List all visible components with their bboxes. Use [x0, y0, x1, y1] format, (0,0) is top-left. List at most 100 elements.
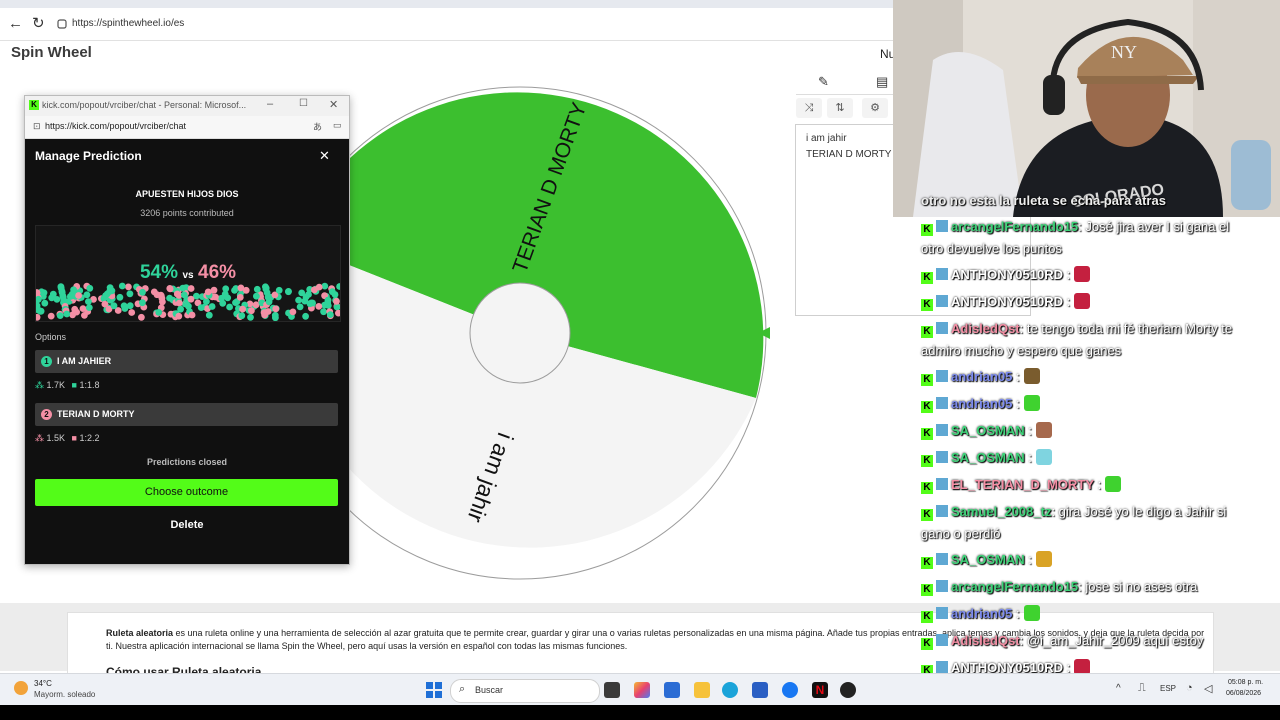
- kick-badge-icon: K: [921, 326, 933, 338]
- weather-sun-icon[interactable]: [14, 681, 28, 695]
- ny-logo: NY: [1111, 42, 1137, 62]
- task-view-icon[interactable]: [604, 682, 620, 698]
- clock-date[interactable]: 06/08/2026: [1226, 690, 1261, 697]
- prediction-dot: [326, 311, 334, 318]
- chat-username[interactable]: AdisledQst: [951, 321, 1020, 336]
- sort-icon[interactable]: ⇅: [827, 98, 853, 118]
- prediction-dot: [128, 309, 136, 316]
- settings-gear-icon[interactable]: ⚙: [862, 98, 888, 118]
- choose-outcome-button[interactable]: Choose outcome: [35, 479, 338, 506]
- prediction-dot: [139, 299, 146, 307]
- site-info-icon[interactable]: [57, 19, 67, 29]
- description-bold: Ruleta aleatoria: [106, 628, 174, 638]
- chat-text: : José jira aver I si gana el: [1078, 219, 1230, 234]
- weather-temp[interactable]: 34°C: [34, 679, 52, 688]
- chat-username[interactable]: arcangelFernando15: [951, 579, 1078, 594]
- prediction-dot: [126, 290, 134, 298]
- volume-icon[interactable]: ◁: [1204, 682, 1212, 695]
- clock-time[interactable]: 05:08 p. m.: [1228, 679, 1263, 686]
- microphone-icon[interactable]: ⎍: [1138, 682, 1146, 695]
- copilot-icon[interactable]: [634, 682, 650, 698]
- option-people: 1.5K: [46, 433, 66, 443]
- prediction-dot: [166, 285, 174, 292]
- prediction-option-2[interactable]: 2 TERIAN D MORTY: [35, 403, 338, 426]
- clipboard-icon[interactable]: ▤: [876, 74, 888, 90]
- prediction-dot: [155, 309, 163, 316]
- chat-message-continued: admiro mucho y espero que ganes: [921, 343, 1122, 358]
- kick-badge-icon: K: [921, 224, 933, 236]
- chat-emote-icon: [1105, 476, 1122, 492]
- site-brand-logo[interactable]: Spin Wheel: [11, 44, 92, 61]
- chat-username[interactable]: AdisledQst: [951, 633, 1020, 648]
- back-icon[interactable]: ←: [8, 16, 23, 32]
- netflix-icon[interactable]: N: [812, 682, 828, 698]
- trophy-icon: ■: [71, 380, 77, 390]
- tray-chevron-icon[interactable]: ^: [1116, 683, 1121, 694]
- chat-text: : @i_am_Jahir_2009 aquí estoy: [1019, 633, 1204, 648]
- option-number: 1: [41, 356, 52, 367]
- prediction-dot: [175, 312, 183, 320]
- close-prediction-icon[interactable]: ✕: [319, 148, 330, 164]
- chat-username[interactable]: SA_OSMAN: [951, 552, 1025, 567]
- chat-username[interactable]: Samuel_2008_tz: [951, 504, 1051, 519]
- prediction-dot: [231, 287, 238, 294]
- shuffle-icon[interactable]: ⤨: [796, 98, 822, 118]
- kick-badge-icon: K: [921, 299, 933, 311]
- chat-username[interactable]: arcangelFernando15: [951, 219, 1078, 234]
- reload-icon[interactable]: ↻: [32, 16, 45, 32]
- prediction-question: APUESTEN HIJOS DIOS: [135, 189, 239, 199]
- reader-icon[interactable]: ▭: [333, 120, 342, 131]
- chat-username[interactable]: ANTHONY0510RD: [951, 294, 1063, 309]
- prediction-dot: [221, 290, 229, 298]
- maximize-icon[interactable]: ☐: [299, 98, 308, 109]
- translate-icon[interactable]: あ: [313, 120, 322, 133]
- option-1-stats: ⁂ 1.7K ■ 1:1.8: [35, 380, 100, 391]
- kick-badge-icon: K: [921, 272, 933, 284]
- chat-message-continued: gano o perdió: [921, 526, 1001, 541]
- kick-badge-icon: K: [921, 509, 933, 521]
- chat-username[interactable]: andrian05: [951, 606, 1012, 621]
- prediction-dot: [320, 308, 327, 316]
- options-label: Options: [35, 332, 67, 342]
- taskbar-search[interactable]: ⌕ Buscar: [450, 679, 600, 703]
- edit-pencil-icon[interactable]: ✎: [818, 74, 829, 90]
- chat-username[interactable]: SA_OSMAN: [951, 423, 1025, 438]
- subscriber-badge-icon: [936, 505, 948, 517]
- chat-username[interactable]: andrian05: [951, 369, 1012, 384]
- prediction-dot: [125, 283, 132, 291]
- prediction-dot: [205, 311, 213, 319]
- wifi-icon[interactable]: ◔: [1186, 682, 1193, 694]
- prediction-dot: [248, 307, 255, 315]
- file-explorer-icon[interactable]: [694, 682, 710, 698]
- prediction-dot: [56, 312, 64, 319]
- window-close-icon[interactable]: ✕: [329, 98, 338, 111]
- prediction-percentages: 54% vs 46%: [36, 262, 340, 284]
- spin-wheel[interactable]: TERIAN D MORTY i am jahir: [320, 82, 770, 582]
- option-number: 2: [41, 409, 52, 420]
- minimize-icon[interactable]: –: [267, 98, 273, 110]
- points-contributed: 3206 points contributed: [140, 208, 234, 218]
- delete-button[interactable]: Delete: [25, 519, 349, 531]
- prediction-dot: [63, 310, 71, 318]
- edge-icon[interactable]: [722, 682, 738, 698]
- prediction-visual: 54% vs 46%: [35, 225, 341, 322]
- prediction-option-1[interactable]: 1 I AM JAHIER: [35, 350, 338, 373]
- prediction-dot: [187, 295, 195, 303]
- windows-start-icon[interactable]: [426, 682, 442, 698]
- outlook-icon[interactable]: [664, 682, 680, 698]
- url-text[interactable]: https://spinthewheel.io/es: [72, 18, 184, 29]
- option-people: 1.7K: [46, 380, 66, 390]
- chat-username[interactable]: ANTHONY0510RD: [951, 267, 1063, 282]
- chat-username[interactable]: SA_OSMAN: [951, 450, 1025, 465]
- app-icon[interactable]: [840, 682, 856, 698]
- weather-desc[interactable]: Mayorm. soleado: [34, 690, 95, 699]
- chat-text: :: [1062, 267, 1071, 282]
- facebook-icon[interactable]: [782, 682, 798, 698]
- popup-url[interactable]: https://kick.com/popout/vrciber/chat: [45, 121, 186, 131]
- chat-message: K EL_TERIAN_D_MORTY :: [921, 474, 1122, 496]
- store-icon[interactable]: [752, 682, 768, 698]
- chat-username[interactable]: andrian05: [951, 396, 1012, 411]
- chat-username[interactable]: EL_TERIAN_D_MORTY: [951, 477, 1094, 492]
- language-indicator[interactable]: ESP: [1160, 684, 1176, 693]
- prediction-dot: [73, 308, 80, 316]
